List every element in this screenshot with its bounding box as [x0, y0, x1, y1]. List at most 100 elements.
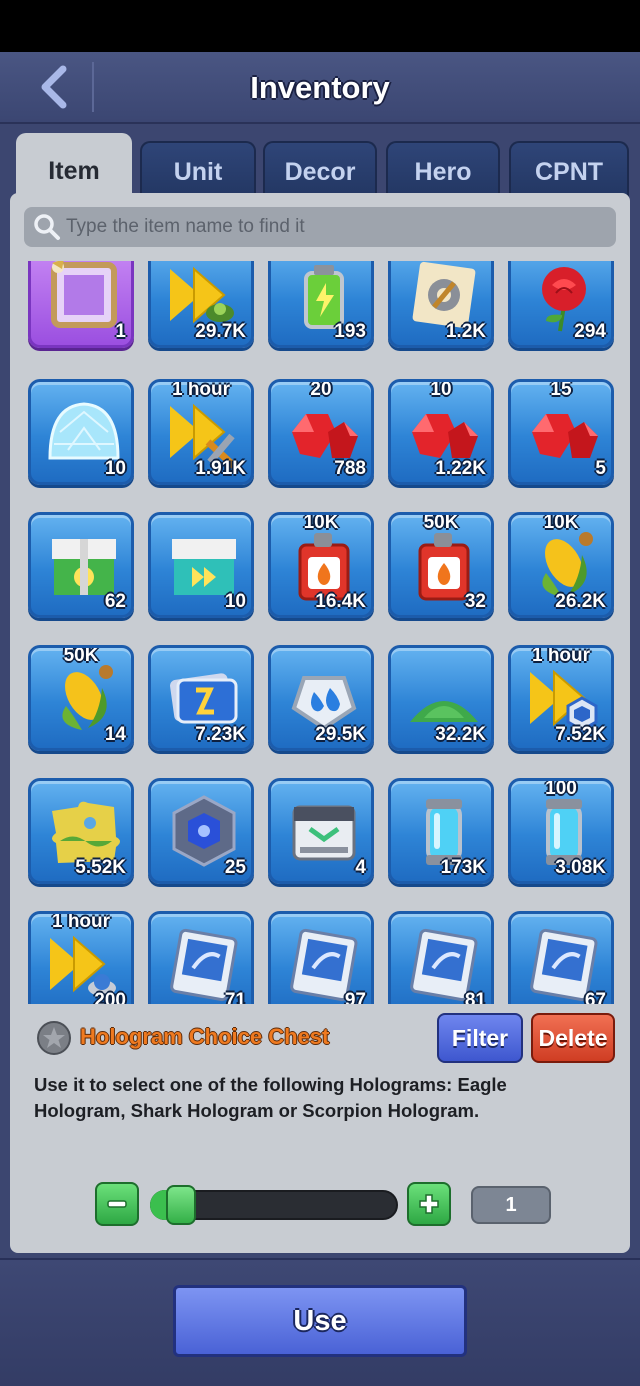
item-quantity: 3.08K	[555, 857, 606, 878]
star-badge-icon	[37, 1021, 71, 1055]
increase-button[interactable]	[407, 1182, 451, 1226]
inventory-item[interactable]: 1.2K	[388, 261, 494, 348]
item-quantity: 67	[584, 990, 606, 1004]
decrease-button[interactable]	[95, 1182, 139, 1226]
item-tier-label: 50K	[423, 512, 459, 533]
inventory-item[interactable]: 294	[508, 261, 614, 348]
item-quantity: 25	[224, 857, 246, 878]
item-quantity: 62	[104, 591, 126, 612]
inventory-item[interactable]: 20 788	[268, 379, 374, 485]
item-quantity: 7.52K	[555, 724, 606, 745]
tab-hero[interactable]: Hero	[386, 141, 500, 197]
inventory-item[interactable]: 10	[148, 512, 254, 618]
search-bar[interactable]	[24, 207, 616, 247]
item-quantity: 16.4K	[315, 591, 366, 612]
item-quantity: 4	[355, 857, 366, 878]
item-tier-label: 100	[545, 778, 577, 799]
inventory-item[interactable]: 81	[388, 911, 494, 1004]
item-tier-label: 1 hour	[531, 645, 591, 666]
item-tier-label: 1 hour	[51, 911, 111, 932]
item-quantity: 294	[574, 321, 606, 342]
inventory-item[interactable]: 4	[268, 778, 374, 884]
plus-icon	[419, 1194, 439, 1214]
item-quantity: 1	[115, 321, 126, 342]
item-quantity: 200	[94, 990, 126, 1004]
page-title: Inventory	[250, 70, 390, 105]
search-icon	[34, 214, 60, 240]
inventory-item[interactable]: 100 3.08K	[508, 778, 614, 884]
item-quantity: 29.5K	[315, 724, 366, 745]
item-quantity: 26.2K	[555, 591, 606, 612]
item-quantity: 173K	[440, 857, 486, 878]
inventory-item[interactable]: 173K	[388, 778, 494, 884]
item-quantity: 193	[334, 321, 366, 342]
inventory-item[interactable]: 1 hour 200	[28, 911, 134, 1004]
status-bar	[0, 0, 640, 52]
item-quantity: 1.2K	[445, 321, 486, 342]
inventory-item[interactable]: 15 5	[508, 379, 614, 485]
ruby-icon	[532, 414, 598, 458]
item-tier-label: 1 hour	[171, 379, 231, 400]
item-quantity: 32.2K	[435, 724, 486, 745]
use-button[interactable]: Use	[173, 1285, 467, 1357]
minus-icon	[107, 1200, 127, 1208]
item-quantity: 5	[595, 458, 606, 479]
slider-handle[interactable]	[165, 1185, 196, 1225]
item-quantity: 81	[464, 990, 486, 1004]
inventory-item[interactable]: 25	[148, 778, 254, 884]
inventory-item[interactable]: 10	[28, 379, 134, 485]
inventory-item[interactable]: 1	[28, 261, 134, 348]
item-quantity: 7.23K	[195, 724, 246, 745]
inventory-item[interactable]: 7.23K	[148, 645, 254, 751]
inventory-item[interactable]: 10K 16.4K	[268, 512, 374, 618]
inventory-item[interactable]: 71	[148, 911, 254, 1004]
inventory-item[interactable]: 62	[28, 512, 134, 618]
item-tier-label: 10	[430, 379, 452, 400]
selected-item-name: Hologram Choice Chest	[80, 1024, 330, 1049]
item-tier-label: 1 hour	[151, 261, 251, 264]
inventory-item[interactable]: 50K 32	[388, 512, 494, 618]
inventory-item[interactable]: 97	[268, 911, 374, 1004]
frame-icon	[51, 261, 117, 328]
tab-cpnt[interactable]: CPNT	[509, 141, 629, 197]
supply-crate-icon	[292, 805, 356, 861]
inventory-item[interactable]: 1 hour 1.91K	[148, 379, 254, 485]
item-quantity: 1.91K	[195, 458, 246, 479]
item-quantity: 32	[464, 591, 486, 612]
quantity-field[interactable]: 1	[471, 1186, 551, 1224]
item-quantity: 5.52K	[75, 857, 126, 878]
item-quantity: 97	[344, 990, 366, 1004]
item-tier-label: 10K	[543, 512, 579, 533]
tab-decor[interactable]: Decor	[263, 141, 377, 197]
search-input[interactable]	[66, 216, 586, 238]
item-quantity: 14	[104, 724, 126, 745]
tab-item[interactable]: Item	[16, 133, 132, 197]
item-quantity: 29.7K	[195, 321, 246, 342]
inventory-item[interactable]: 50K 14	[28, 645, 134, 751]
item-grid: 1 1 hour 29.7K 50 193 1.2K 294 10 1 hour 1.91K 20 7…	[18, 261, 622, 1004]
tab-unit[interactable]: Unit	[140, 141, 256, 197]
item-tier-label: 15	[550, 379, 572, 400]
item-tier-label: 50	[271, 261, 371, 264]
inventory-item[interactable]: 5.52K	[28, 778, 134, 884]
item-quantity: 10	[224, 591, 246, 612]
item-quantity: 71	[224, 990, 246, 1004]
item-tier-label: 20	[310, 379, 332, 400]
item-quantity: 788	[334, 458, 366, 479]
item-description: Use it to select one of the following Ho…	[34, 1074, 507, 1121]
inventory-item[interactable]: 50 193	[268, 261, 374, 348]
inventory-item[interactable]: 10 1.22K	[388, 379, 494, 485]
item-tier-label: 10K	[303, 512, 339, 533]
header-bar: Inventory	[0, 52, 640, 124]
delete-button[interactable]: Delete	[531, 1013, 615, 1063]
item-quantity: 1.22K	[435, 458, 486, 479]
item-tier-label: 50K	[63, 645, 99, 666]
item-quantity: 10	[104, 458, 126, 479]
inventory-item[interactable]: 1 hour 29.7K	[148, 261, 254, 348]
inventory-item[interactable]: 67	[508, 911, 614, 1004]
filter-button[interactable]: Filter	[437, 1013, 523, 1063]
inventory-item[interactable]: 32.2K	[388, 645, 494, 751]
inventory-item[interactable]: 29.5K	[268, 645, 374, 751]
inventory-item[interactable]: 10K 26.2K	[508, 512, 614, 618]
inventory-item[interactable]: 1 hour 7.52K	[508, 645, 614, 751]
